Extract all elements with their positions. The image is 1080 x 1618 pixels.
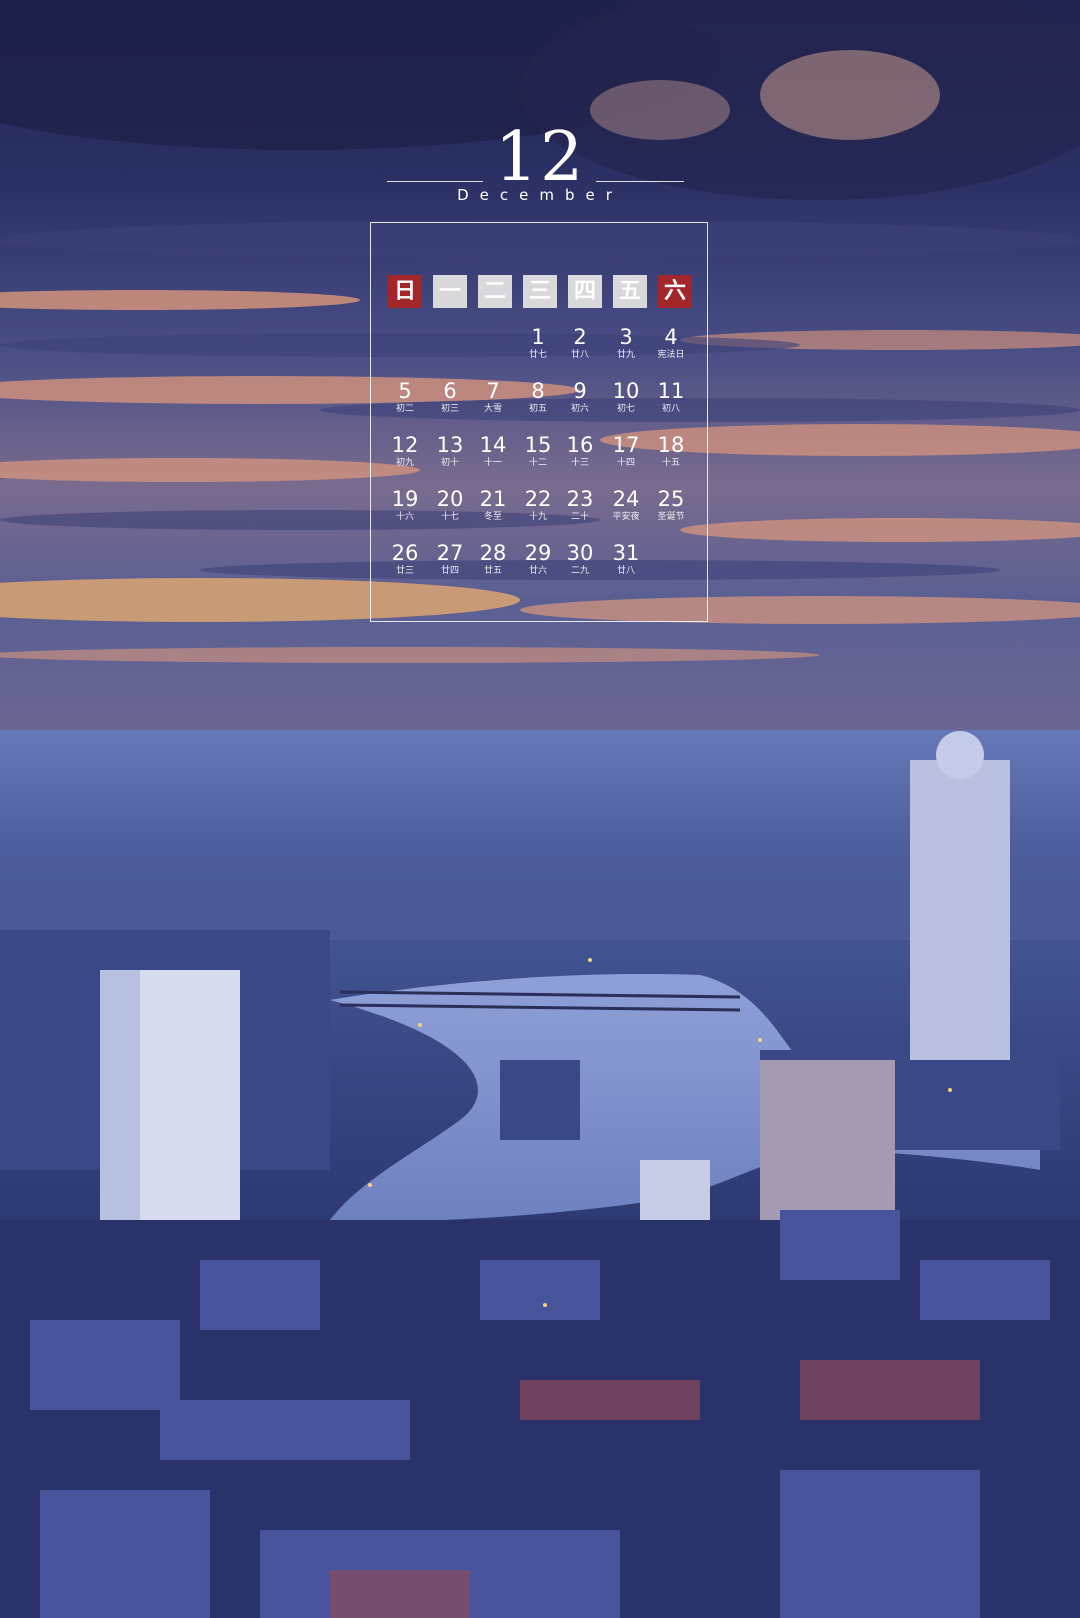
day-number: 2 (573, 325, 587, 349)
day-number: 7 (486, 379, 500, 403)
lunar-date: 初二 (395, 404, 414, 414)
calendar-day: 8 初五 (515, 379, 561, 415)
calendar-day: 9 初六 (557, 379, 603, 415)
calendar-day: 6 初三 (427, 379, 473, 415)
calendar-day: 30 二九 (557, 541, 603, 577)
day-number: 9 (573, 379, 587, 403)
calendar-day: 16 十三 (557, 433, 603, 469)
day-number: 20 (436, 487, 464, 511)
lunar-date: 初六 (570, 404, 589, 414)
calendar-day: 4 宪法日 (648, 325, 694, 361)
lunar-date: 十四 (616, 458, 635, 468)
day-number: 19 (391, 487, 419, 511)
day-number: 3 (619, 325, 633, 349)
day-number: 13 (436, 433, 464, 457)
lunar-date: 冬至 (483, 512, 502, 522)
lunar-date: 平安夜 (612, 512, 640, 522)
calendar-day: 7 大雪 (470, 379, 516, 415)
calendar-day: 5 初二 (382, 379, 428, 415)
day-number: 8 (531, 379, 545, 403)
day-number: 22 (524, 487, 552, 511)
lunar-date: 圣诞节 (657, 512, 685, 522)
calendar-day: 22 十九 (515, 487, 561, 523)
lunar-date: 廿九 (616, 350, 635, 360)
calendar-day: 27 廿四 (427, 541, 473, 577)
calendar-day: 25 圣诞节 (648, 487, 694, 523)
lunar-date: 宪法日 (657, 350, 685, 360)
lunar-date: 廿八 (616, 566, 635, 576)
day-number: 30 (566, 541, 594, 565)
calendar-day: 31 廿八 (603, 541, 649, 577)
day-number: 24 (612, 487, 640, 511)
lunar-date: 十一 (483, 458, 502, 468)
calendar-day: 29 廿六 (515, 541, 561, 577)
day-number: 15 (524, 433, 552, 457)
calendar-day-grid: 1 廿七 2 廿八 3 廿九 4 宪法日 5 初二 6 初三 7 大雪 8 初五 9 初六 10 初七 11 初八 12 初九… (0, 0, 1080, 1618)
calendar-day: 23 二十 (557, 487, 603, 523)
lunar-date: 十二 (528, 458, 547, 468)
day-number: 23 (566, 487, 594, 511)
calendar-day: 21 冬至 (470, 487, 516, 523)
lunar-date: 廿三 (395, 566, 414, 576)
day-number: 11 (657, 379, 685, 403)
calendar-day: 17 十四 (603, 433, 649, 469)
day-number: 28 (479, 541, 507, 565)
lunar-date: 二十 (570, 512, 589, 522)
day-number: 4 (664, 325, 678, 349)
lunar-date: 初十 (440, 458, 459, 468)
calendar-day: 13 初十 (427, 433, 473, 469)
calendar-day: 2 廿八 (557, 325, 603, 361)
calendar-day: 24 平安夜 (603, 487, 649, 523)
lunar-date: 二九 (570, 566, 589, 576)
day-number: 17 (612, 433, 640, 457)
lunar-date: 十九 (528, 512, 547, 522)
day-number: 16 (566, 433, 594, 457)
calendar-day: 20 十七 (427, 487, 473, 523)
calendar-day: 12 初九 (382, 433, 428, 469)
lunar-date: 廿五 (483, 566, 502, 576)
lunar-date: 初三 (440, 404, 459, 414)
lunar-date: 初八 (661, 404, 680, 414)
day-number: 21 (479, 487, 507, 511)
day-number: 29 (524, 541, 552, 565)
lunar-date: 十三 (570, 458, 589, 468)
calendar-overlay: 12 December 日 一 二 三 四 五 六 1 廿七 2 廿八 3 廿九 4 宪法日 5… (0, 0, 1080, 1618)
calendar-day: 28 廿五 (470, 541, 516, 577)
calendar-day: 26 廿三 (382, 541, 428, 577)
lunar-date: 廿七 (528, 350, 547, 360)
day-number: 6 (443, 379, 457, 403)
lunar-date: 十六 (395, 512, 414, 522)
day-number: 26 (391, 541, 419, 565)
calendar-day: 11 初八 (648, 379, 694, 415)
lunar-date: 大雪 (483, 404, 502, 414)
calendar-day: 19 十六 (382, 487, 428, 523)
lunar-date: 廿六 (528, 566, 547, 576)
day-number: 5 (398, 379, 412, 403)
day-number: 18 (657, 433, 685, 457)
lunar-date: 初七 (616, 404, 635, 414)
day-number: 27 (436, 541, 464, 565)
lunar-date: 廿八 (570, 350, 589, 360)
calendar-day: 1 廿七 (515, 325, 561, 361)
calendar-day: 10 初七 (603, 379, 649, 415)
calendar-day: 14 十一 (470, 433, 516, 469)
lunar-date: 十七 (440, 512, 459, 522)
lunar-date: 十五 (661, 458, 680, 468)
day-number: 12 (391, 433, 419, 457)
day-number: 31 (612, 541, 640, 565)
calendar-day: 3 廿九 (603, 325, 649, 361)
lunar-date: 初五 (528, 404, 547, 414)
calendar-day: 15 十二 (515, 433, 561, 469)
lunar-date: 初九 (395, 458, 414, 468)
lunar-date: 廿四 (440, 566, 459, 576)
day-number: 14 (479, 433, 507, 457)
calendar-day: 18 十五 (648, 433, 694, 469)
day-number: 10 (612, 379, 640, 403)
day-number: 1 (531, 325, 545, 349)
day-number: 25 (657, 487, 685, 511)
